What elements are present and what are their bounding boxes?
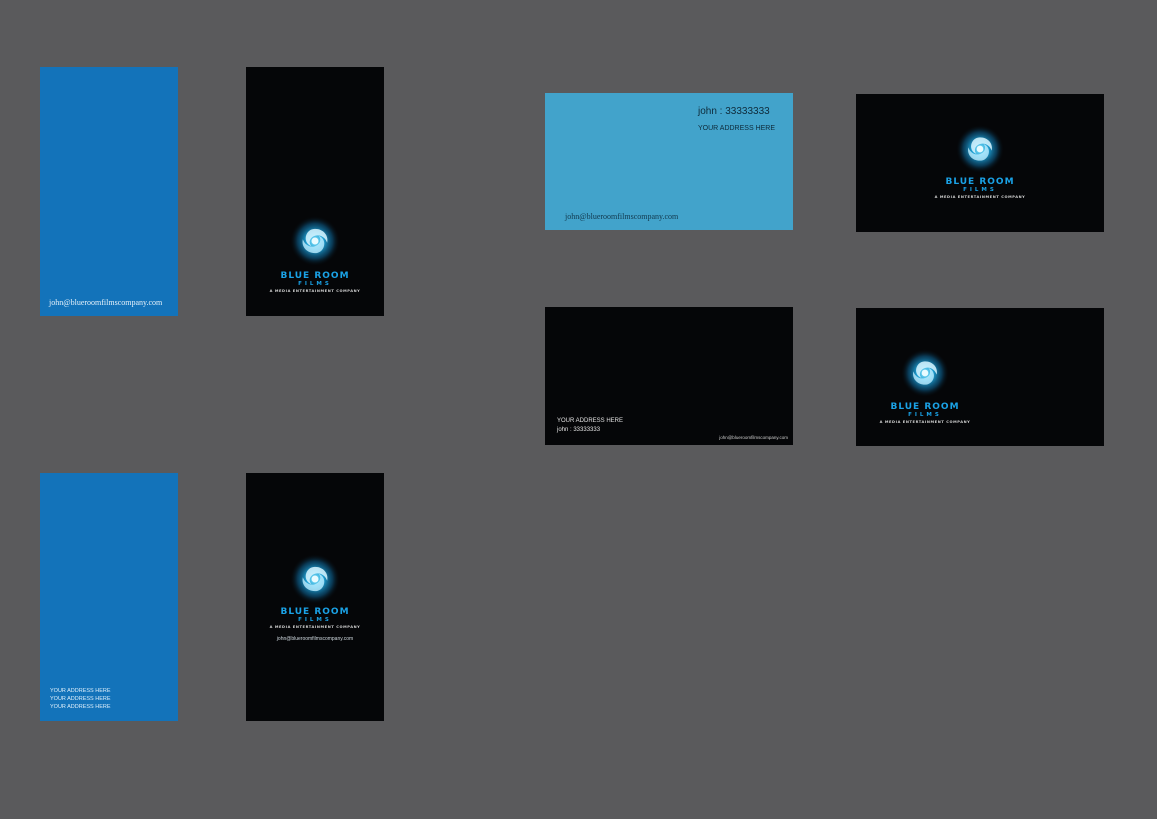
swirl-logo-icon xyxy=(955,124,1005,174)
card-horizontal-light-blue: john : 33333333 YOUR ADDRESS HERE john@b… xyxy=(545,93,793,230)
brand-logo: BLUE ROOM FILMS A MEDIA ENTERTAINMENT CO… xyxy=(246,553,384,629)
card-horizontal-black-logo-left: BLUE ROOM FILMS A MEDIA ENTERTAINMENT CO… xyxy=(856,308,1104,446)
brand-logo: BLUE ROOM FILMS A MEDIA ENTERTAINMENT CO… xyxy=(246,215,384,293)
card-address: YOUR ADDRESS HERE xyxy=(557,418,624,424)
logo-tagline: A MEDIA ENTERTAINMENT COMPANY xyxy=(879,420,971,424)
logo-tagline: A MEDIA ENTERTAINMENT COMPANY xyxy=(269,289,361,293)
swirl-logo-icon xyxy=(289,215,341,267)
address-line: YOUR ADDRESS HERE xyxy=(50,688,111,694)
logo-line1: BLUE ROOM xyxy=(280,271,350,281)
card-phone: john : 33333333 xyxy=(698,106,770,117)
address-line: YOUR ADDRESS HERE xyxy=(50,696,111,702)
card-email: john@blueroomfilmscompany.com xyxy=(565,212,679,221)
card-vertical-blue-address: YOUR ADDRESS HERE YOUR ADDRESS HERE YOUR… xyxy=(40,473,178,721)
card-vertical-blue-email: john@blueroomfilmscompany.com xyxy=(40,67,178,316)
logo-line1: BLUE ROOM xyxy=(890,402,960,412)
brand-logo: BLUE ROOM FILMS A MEDIA ENTERTAINMENT CO… xyxy=(878,348,972,424)
card-horizontal-black-info: YOUR ADDRESS HERE john : 33333333 john@b… xyxy=(545,307,793,445)
address-line: YOUR ADDRESS HERE xyxy=(50,704,111,710)
swirl-logo-icon xyxy=(289,553,341,605)
card-phone: john : 33333333 xyxy=(557,427,601,433)
logo-tagline: A MEDIA ENTERTAINMENT COMPANY xyxy=(269,625,361,629)
card-email: john@blueroomfilmscompany.com xyxy=(719,435,788,440)
card-horizontal-black-logo: BLUE ROOM FILMS A MEDIA ENTERTAINMENT CO… xyxy=(856,94,1104,232)
card-vertical-black-logo-email: BLUE ROOM FILMS A MEDIA ENTERTAINMENT CO… xyxy=(246,473,384,721)
card-email: john@blueroomfilmscompany.com xyxy=(49,298,163,307)
swirl-logo-icon xyxy=(900,348,950,398)
card-vertical-black-logo: BLUE ROOM FILMS A MEDIA ENTERTAINMENT CO… xyxy=(246,67,384,316)
brand-logo: BLUE ROOM FILMS A MEDIA ENTERTAINMENT CO… xyxy=(856,124,1104,199)
logo-line1: BLUE ROOM xyxy=(945,177,1015,187)
logo-tagline: A MEDIA ENTERTAINMENT COMPANY xyxy=(934,195,1026,199)
logo-line1: BLUE ROOM xyxy=(280,607,350,617)
card-email: john@blueroomfilmscompany.com xyxy=(276,636,354,642)
logo-line2: FILMS xyxy=(963,187,997,193)
card-address: YOUR ADDRESS HERE xyxy=(698,125,776,132)
logo-line2: FILMS xyxy=(298,617,332,623)
logo-line2: FILMS xyxy=(298,281,332,287)
logo-line2: FILMS xyxy=(908,412,942,418)
